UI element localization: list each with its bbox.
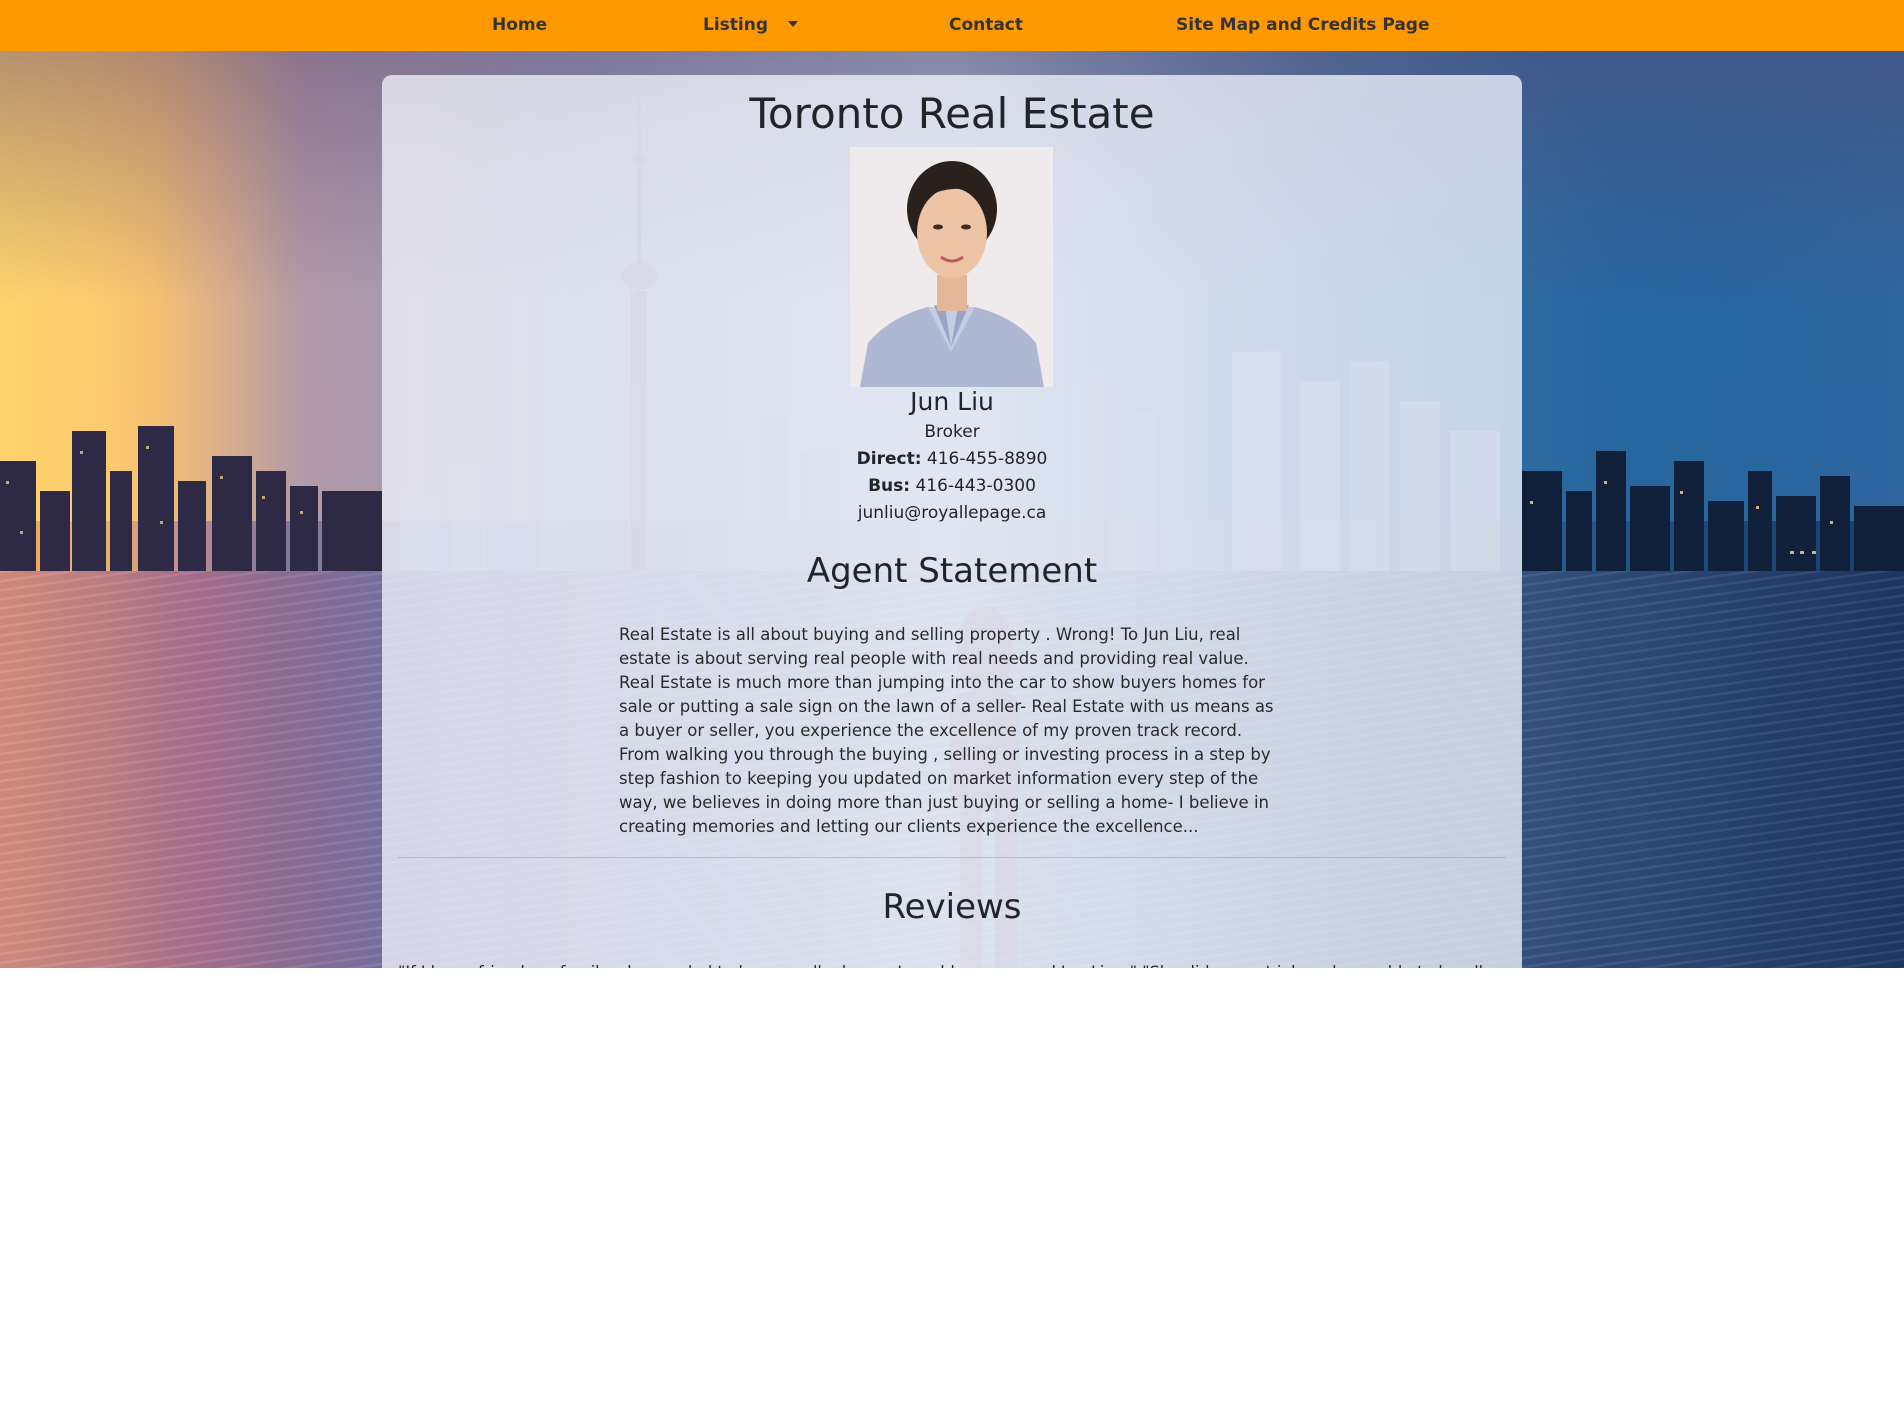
agent-role: Broker [924, 422, 980, 442]
agent-name: Jun Liu [910, 387, 994, 416]
nav-listing-label: Listing [703, 15, 769, 35]
agent-email: junliu@royallepage.ca [857, 503, 1047, 523]
direct-phone-value: 416-455-8890 [926, 449, 1048, 469]
agent-statement-heading: Agent Statement [806, 551, 1098, 591]
reviews-text: "If I knew friends or family who needed … [398, 960, 1506, 968]
nav-sitemap-link[interactable]: Site Map and Credits Page [1176, 0, 1430, 51]
nav-home-link[interactable]: Home [492, 0, 547, 51]
reviews-heading: Reviews [882, 887, 1022, 927]
agent-portrait [850, 147, 1053, 387]
agent-statement-text: Real Estate is all about buying and sell… [619, 625, 1274, 836]
direct-label: Direct: [856, 449, 922, 469]
content-card: Toronto Real Estate Jun Liu Broker Direc… [382, 75, 1522, 968]
agent-bus-phone: Bus: 416-443-0300 [382, 476, 1522, 496]
agent-direct-phone: Direct: 416-455-8890 [382, 449, 1522, 469]
section-divider [398, 857, 1506, 858]
bus-phone-value: 416-443-0300 [915, 476, 1036, 496]
caret-down-icon [788, 21, 799, 27]
agent-photo-icon [850, 147, 1053, 387]
nav-contact-link[interactable]: Contact [949, 0, 1023, 51]
nav-listing-dropdown[interactable]: Listing [703, 0, 799, 51]
bus-label: Bus: [868, 476, 911, 496]
top-navbar: Home Listing Contact Site Map and Credit… [0, 0, 1904, 51]
page-title: Toronto Real Estate [749, 89, 1155, 138]
